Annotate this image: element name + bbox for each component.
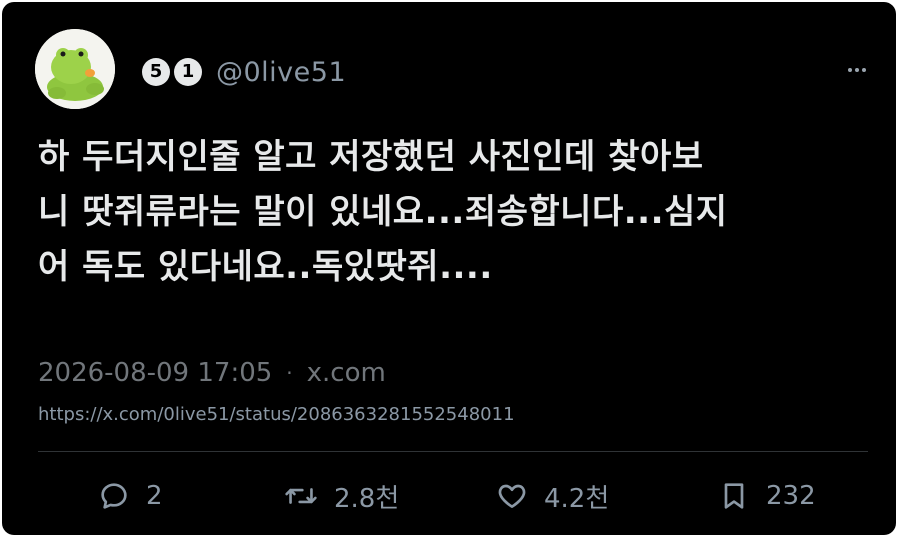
bookmark-button[interactable]: 232 <box>718 476 816 516</box>
status-url[interactable]: https://x.com/0live51/status/20863632815… <box>38 404 515 425</box>
avatar[interactable] <box>35 29 115 109</box>
retweet-button[interactable]: 2.8천 <box>284 476 399 516</box>
frog-avatar-icon <box>35 29 115 109</box>
tweet-card: 5 1 @0live51 하 두더지인줄 알고 저장했던 사진인데 찾아보 니 … <box>2 2 896 535</box>
reply-button[interactable]: 2 <box>98 476 163 516</box>
divider <box>38 451 868 452</box>
timestamp[interactable]: 2026-08-09 17:05 <box>38 358 272 388</box>
like-button[interactable]: 4.2천 <box>496 476 609 516</box>
heart-icon <box>498 484 526 508</box>
reply-count: 2 <box>146 481 163 511</box>
more-dots-icon[interactable] <box>848 68 866 72</box>
bookmark-count: 232 <box>766 481 816 511</box>
tweet-text: 하 두더지인줄 알고 저장했던 사진인데 찾아보 니 땃쥐류라는 말이 있네요.… <box>38 137 728 287</box>
number-badge: 1 <box>174 58 202 86</box>
number-badge: 5 <box>142 58 170 86</box>
source-link[interactable]: x.com <box>307 358 386 388</box>
reply-icon <box>101 483 127 509</box>
like-count: 4.2천 <box>544 483 610 514</box>
retweet-icon <box>285 488 317 504</box>
bookmark-icon <box>724 483 744 509</box>
meta-separator: · <box>286 361 293 385</box>
retweet-count: 2.8천 <box>334 483 400 514</box>
action-bar: 2 2.8천 4.2천 232 <box>2 476 896 516</box>
author-row: 5 1 @0live51 <box>142 54 346 90</box>
author-handle[interactable]: @0live51 <box>216 57 346 88</box>
tweet-meta: 2026-08-09 17:05 · x.com <box>38 358 386 388</box>
